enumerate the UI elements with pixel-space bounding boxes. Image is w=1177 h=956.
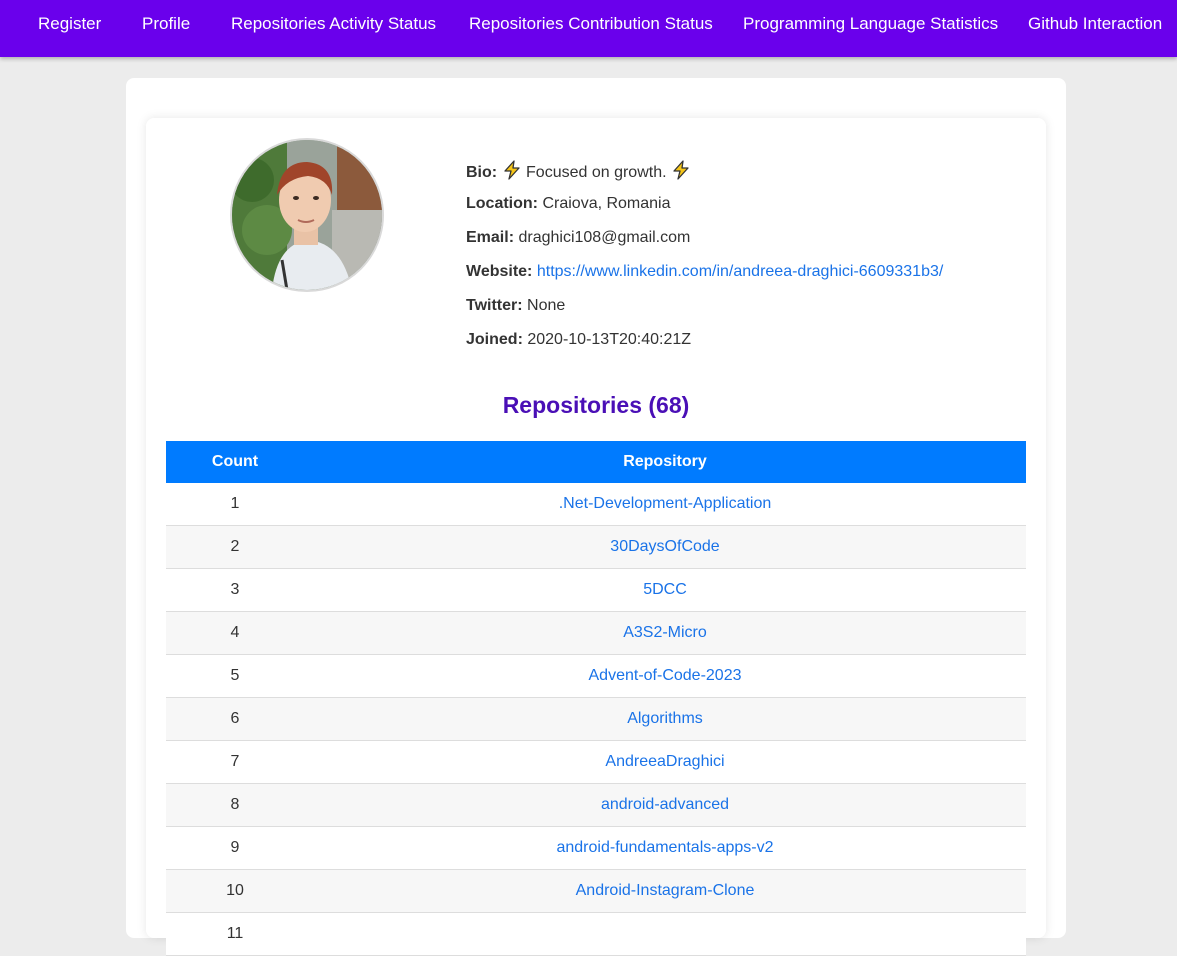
repository-link[interactable]: Advent-of-Code-2023	[589, 667, 742, 684]
row-count: 6	[166, 697, 304, 741]
column-header-count: Count	[166, 441, 304, 483]
table-row: 10 Android-Instagram-Clone	[166, 869, 1026, 913]
location-label: Location:	[466, 195, 538, 212]
repositories-table: Count Repository 1 .Net-Development-Appl…	[166, 441, 1026, 956]
bio-value: Focused on growth.	[526, 164, 667, 181]
row-repository: Android-Instagram-Clone	[304, 869, 1026, 913]
row-repository	[304, 912, 1026, 956]
row-count: 2	[166, 525, 304, 569]
row-count: 5	[166, 654, 304, 698]
nav-repositories-activity-status[interactable]: Repositories Activity Status	[231, 0, 436, 48]
row-count: 9	[166, 826, 304, 870]
table-row: 7 AndreeaDraghici	[166, 740, 1026, 784]
repository-link[interactable]: A3S2-Micro	[623, 624, 707, 641]
nav-programming-language-statistics[interactable]: Programming Language Statistics	[743, 0, 998, 48]
column-header-repository: Repository	[304, 441, 1026, 483]
row-repository: A3S2-Micro	[304, 611, 1026, 655]
table-row: 3 5DCC	[166, 568, 1026, 612]
bio-line: Bio: Focused on growth.	[466, 160, 691, 183]
row-count: 3	[166, 568, 304, 612]
row-repository: Advent-of-Code-2023	[304, 654, 1026, 698]
table-row: 1 .Net-Development-Application	[166, 483, 1026, 526]
row-repository: android-advanced	[304, 783, 1026, 827]
email-value: draghici108@gmail.com	[518, 229, 691, 246]
nav-github-interaction[interactable]: Github Interaction	[1028, 0, 1162, 48]
table-row: 4 A3S2-Micro	[166, 611, 1026, 655]
row-repository: Algorithms	[304, 697, 1026, 741]
repositories-title: Repositories (68)	[502, 392, 690, 418]
website-link[interactable]: https://www.linkedin.com/in/andreea-drag…	[537, 263, 943, 280]
top-navbar: Register Profile Repositories Activity S…	[0, 0, 1177, 57]
lightning-icon	[673, 160, 689, 180]
row-count: 10	[166, 869, 304, 913]
joined-line: Joined: 2020-10-13T20:40:21Z	[466, 330, 691, 350]
row-count: 8	[166, 783, 304, 827]
email-line: Email: draghici108@gmail.com	[466, 228, 690, 248]
avatar	[230, 138, 384, 292]
repository-link[interactable]: android-fundamentals-apps-v2	[556, 839, 773, 856]
avatar-portrait-icon	[232, 140, 382, 290]
twitter-line: Twitter: None	[466, 296, 565, 316]
repository-link[interactable]: Android-Instagram-Clone	[576, 882, 755, 899]
row-repository: .Net-Development-Application	[304, 483, 1026, 526]
table-row: 8 android-advanced	[166, 783, 1026, 827]
row-count: 7	[166, 740, 304, 784]
row-repository: 5DCC	[304, 568, 1026, 612]
twitter-value: None	[527, 297, 566, 314]
repository-link[interactable]: AndreeaDraghici	[605, 753, 724, 770]
row-repository: 30DaysOfCode	[304, 525, 1026, 569]
table-row: 6 Algorithms	[166, 697, 1026, 741]
joined-label: Joined:	[466, 331, 523, 348]
row-repository: AndreeaDraghici	[304, 740, 1026, 784]
website-line: Website: https://www.linkedin.com/in/and…	[466, 262, 943, 282]
row-count: 4	[166, 611, 304, 655]
repository-link[interactable]: android-advanced	[601, 796, 729, 813]
repository-link[interactable]: .Net-Development-Application	[559, 495, 772, 512]
row-count: 11	[166, 912, 304, 956]
row-repository: android-fundamentals-apps-v2	[304, 826, 1026, 870]
repository-link[interactable]: 30DaysOfCode	[610, 538, 719, 555]
email-label: Email:	[466, 229, 515, 246]
table-row: 2 30DaysOfCode	[166, 525, 1026, 569]
location-line: Location: Craiova, Romania	[466, 194, 671, 214]
location-value: Craiova, Romania	[542, 195, 671, 212]
website-label: Website:	[466, 263, 533, 280]
twitter-label: Twitter:	[466, 297, 523, 314]
repository-link[interactable]: 5DCC	[643, 581, 687, 598]
table-row: 11	[166, 912, 1026, 956]
row-count: 1	[166, 483, 304, 526]
repository-link[interactable]: Algorithms	[627, 710, 703, 727]
table-row: 9 android-fundamentals-apps-v2	[166, 826, 1026, 870]
table-header-row: Count Repository	[166, 441, 1026, 483]
lightning-icon	[503, 160, 520, 180]
bio-label: Bio:	[466, 164, 498, 181]
nav-register[interactable]: Register	[38, 0, 101, 48]
nav-profile[interactable]: Profile	[142, 0, 190, 48]
nav-repositories-contribution-status[interactable]: Repositories Contribution Status	[469, 0, 713, 48]
table-row: 5 Advent-of-Code-2023	[166, 654, 1026, 698]
joined-value: 2020-10-13T20:40:21Z	[527, 331, 692, 348]
